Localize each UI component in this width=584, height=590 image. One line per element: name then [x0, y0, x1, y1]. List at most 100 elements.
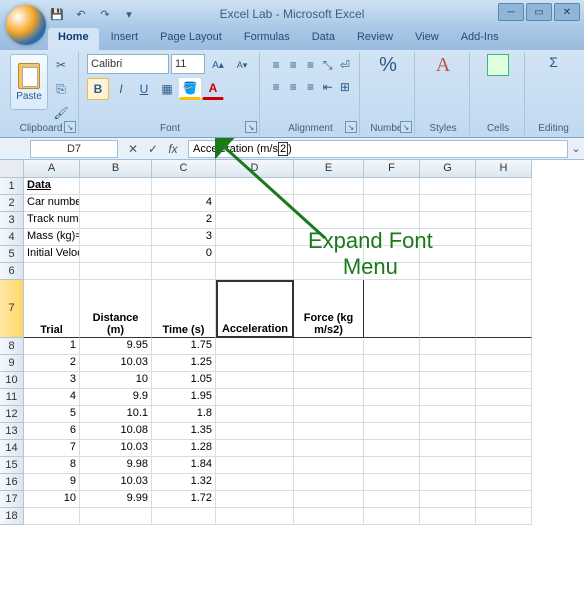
row-header-18[interactable]: 18 — [0, 508, 24, 525]
cell-E8[interactable] — [294, 338, 364, 355]
cell-B3[interactable] — [80, 212, 152, 229]
cell-H17[interactable] — [476, 491, 532, 508]
cell-E18[interactable] — [294, 508, 364, 525]
tab-insert[interactable]: Insert — [101, 28, 149, 50]
row-header-2[interactable]: 2 — [0, 195, 24, 212]
row-header-7[interactable]: 7 — [0, 280, 24, 338]
name-box[interactable]: D7 — [30, 140, 118, 158]
cell-E6[interactable] — [294, 263, 364, 280]
cell-H8[interactable] — [476, 338, 532, 355]
cell-D8[interactable] — [216, 338, 294, 355]
cell-F4[interactable] — [364, 229, 420, 246]
align-bottom-button[interactable]: ≡ — [302, 54, 318, 76]
cell-B11[interactable]: 9.9 — [80, 389, 152, 406]
cell-D10[interactable] — [216, 372, 294, 389]
cell-G5[interactable] — [420, 246, 476, 263]
row-header-8[interactable]: 8 — [0, 338, 24, 355]
cell-D9[interactable] — [216, 355, 294, 372]
cell-D6[interactable] — [216, 263, 294, 280]
cell-A5[interactable]: Initial Velocity (m/s)- — [24, 246, 80, 263]
cell-C4[interactable]: 3 — [152, 229, 216, 246]
cell-E17[interactable] — [294, 491, 364, 508]
clipboard-launcher[interactable]: ↘ — [64, 121, 76, 133]
cell-A13[interactable]: 6 — [24, 423, 80, 440]
office-button[interactable] — [6, 5, 46, 45]
row-header-10[interactable]: 10 — [0, 372, 24, 389]
cell-B9[interactable]: 10.03 — [80, 355, 152, 372]
cell-B7[interactable]: Distance (m) — [80, 280, 152, 338]
row-header-5[interactable]: 5 — [0, 246, 24, 263]
cell-A4[interactable]: Mass (kg)= — [24, 229, 80, 246]
cell-H5[interactable] — [476, 246, 532, 263]
insert-cells-icon[interactable] — [487, 54, 509, 76]
cell-A16[interactable]: 9 — [24, 474, 80, 491]
cell-B1[interactable] — [80, 178, 152, 195]
cell-B2[interactable] — [80, 195, 152, 212]
cell-F12[interactable] — [364, 406, 420, 423]
orientation-button[interactable]: ⤡ — [320, 54, 336, 76]
cell-E11[interactable] — [294, 389, 364, 406]
cell-F18[interactable] — [364, 508, 420, 525]
row-header-11[interactable]: 11 — [0, 389, 24, 406]
cell-C5[interactable]: 0 — [152, 246, 216, 263]
cell-H2[interactable] — [476, 195, 532, 212]
cell-E3[interactable] — [294, 212, 364, 229]
cell-H14[interactable] — [476, 440, 532, 457]
align-center-button[interactable]: ≡ — [285, 76, 301, 98]
cell-E15[interactable] — [294, 457, 364, 474]
cell-H11[interactable] — [476, 389, 532, 406]
cell-E10[interactable] — [294, 372, 364, 389]
tab-page-layout[interactable]: Page Layout — [150, 28, 232, 50]
cell-D3[interactable] — [216, 212, 294, 229]
cell-D5[interactable] — [216, 246, 294, 263]
cell-D1[interactable] — [216, 178, 294, 195]
bold-button[interactable]: B — [87, 78, 109, 100]
cell-E7[interactable]: Force (kg m/s2) — [294, 280, 364, 338]
cell-G6[interactable] — [420, 263, 476, 280]
row-header-17[interactable]: 17 — [0, 491, 24, 508]
cell-G11[interactable] — [420, 389, 476, 406]
cell-C17[interactable]: 1.72 — [152, 491, 216, 508]
cell-G14[interactable] — [420, 440, 476, 457]
cell-H3[interactable] — [476, 212, 532, 229]
styles-icon[interactable]: A — [436, 54, 450, 77]
col-header-F[interactable]: F — [364, 160, 420, 178]
cut-button[interactable]: ✂ — [50, 54, 72, 76]
cell-D11[interactable] — [216, 389, 294, 406]
cell-H12[interactable] — [476, 406, 532, 423]
row-header-13[interactable]: 13 — [0, 423, 24, 440]
font-launcher[interactable]: ↘ — [245, 121, 257, 133]
cell-B17[interactable]: 9.99 — [80, 491, 152, 508]
col-header-H[interactable]: H — [476, 160, 532, 178]
cell-C15[interactable]: 1.84 — [152, 457, 216, 474]
cell-F7[interactable] — [364, 280, 420, 338]
cell-G17[interactable] — [420, 491, 476, 508]
italic-button[interactable]: I — [110, 78, 132, 100]
row-header-1[interactable]: 1 — [0, 178, 24, 195]
row-header-12[interactable]: 12 — [0, 406, 24, 423]
cell-G13[interactable] — [420, 423, 476, 440]
number-launcher[interactable]: ↘ — [400, 121, 412, 133]
cell-H6[interactable] — [476, 263, 532, 280]
cell-A1[interactable]: Data — [24, 178, 80, 195]
decrease-indent-button[interactable]: ⇤ — [320, 76, 336, 98]
fill-color-button[interactable]: 🪣 — [179, 78, 201, 100]
enter-edit-button[interactable]: ✓ — [144, 140, 162, 158]
cell-H7[interactable] — [476, 280, 532, 338]
cell-G9[interactable] — [420, 355, 476, 372]
align-top-button[interactable]: ≡ — [268, 54, 284, 76]
cell-C14[interactable]: 1.28 — [152, 440, 216, 457]
font-name-input[interactable] — [87, 54, 169, 74]
redo-icon[interactable]: ↷ — [96, 5, 114, 23]
cell-F17[interactable] — [364, 491, 420, 508]
shrink-font-button[interactable]: A▾ — [231, 54, 253, 76]
minimize-button[interactable]: ─ — [498, 3, 524, 21]
cell-D14[interactable] — [216, 440, 294, 457]
tab-review[interactable]: Review — [347, 28, 403, 50]
cell-H13[interactable] — [476, 423, 532, 440]
insert-function-button[interactable]: fx — [164, 140, 182, 158]
cell-C8[interactable]: 1.75 — [152, 338, 216, 355]
cell-H1[interactable] — [476, 178, 532, 195]
copy-button[interactable]: ⎘ — [50, 78, 72, 100]
align-middle-button[interactable]: ≡ — [285, 54, 301, 76]
